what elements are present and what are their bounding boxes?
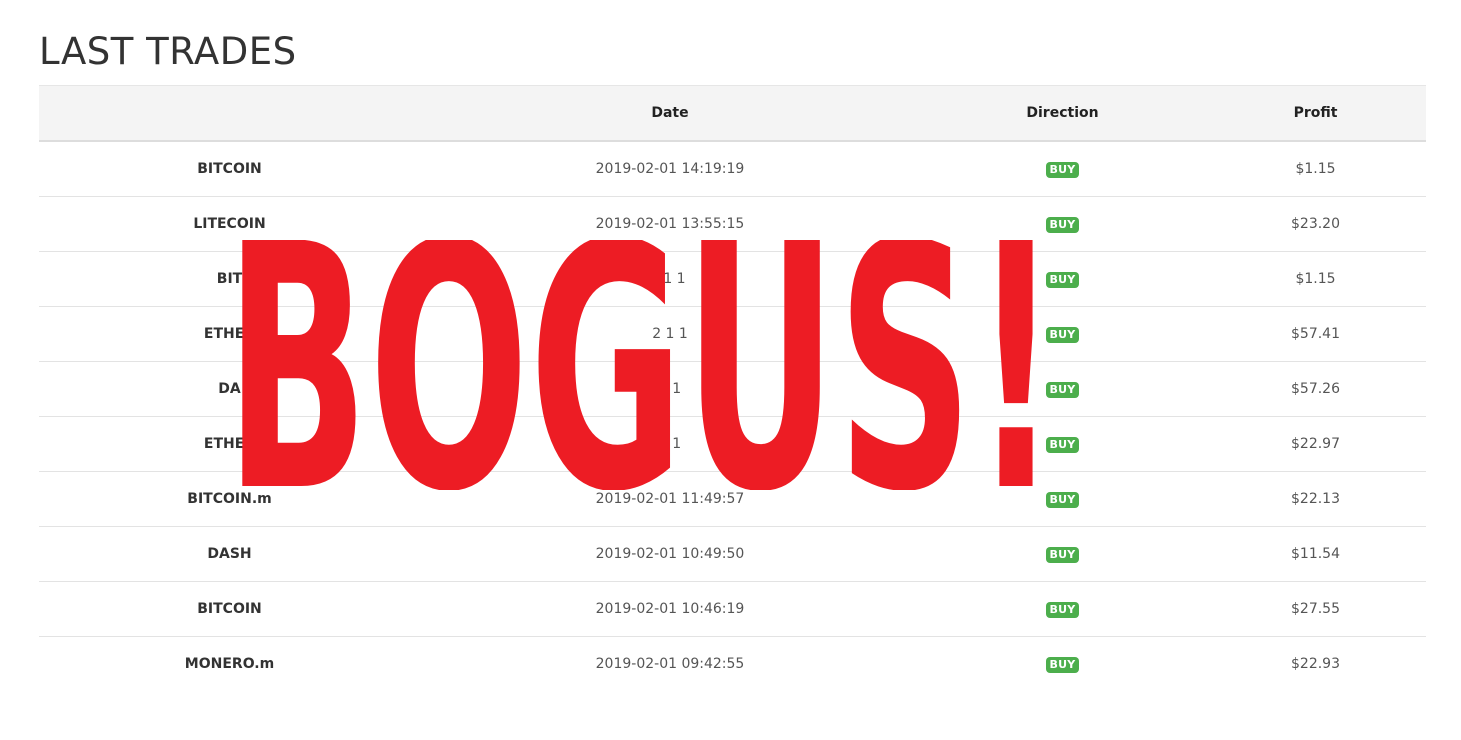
direction-cell: BUY — [920, 361, 1205, 417]
table-row: ETHER 1 1 BUY $22.97 — [39, 416, 1426, 472]
profit-cell: $22.13 — [1205, 471, 1426, 527]
profit-cell: $22.93 — [1291, 656, 1340, 672]
profit-cell: $57.41 — [1205, 306, 1426, 362]
direction-cell: BUY — [920, 637, 1205, 692]
table-row: MONERO.m 2019-02-01 09:42:55 BUY $22.93 — [39, 637, 1426, 692]
table-row: BITCOIN.m 2019-02-01 11:49:57 BUY $22.13 — [39, 471, 1426, 527]
buy-badge: BUY — [1045, 161, 1080, 178]
asset-cell: BITCOIN.m — [39, 471, 420, 527]
buy-badge: BUY — [1045, 381, 1080, 398]
direction-cell: BUY — [920, 306, 1205, 362]
direction-cell: BUY — [920, 141, 1205, 197]
buy-badge: BUY — [1045, 601, 1080, 618]
column-header-direction[interactable]: Direction — [920, 85, 1205, 142]
direction-cell: BUY — [920, 416, 1205, 472]
column-header-profit[interactable]: Profit — [1205, 85, 1426, 142]
asset-cell: BITCOIN — [39, 141, 420, 197]
table-row: DASH 2019-02-01 10:49:50 BUY $11.54 — [39, 526, 1426, 582]
table-row: BITCOIN 2019-02-01 14:19:19 BUY $1.15 — [39, 141, 1426, 197]
date-cell: 01 1 — [420, 251, 920, 307]
profit-cell: $1.15 — [1205, 141, 1426, 197]
table-header-row: Date Direction Profit — [39, 85, 1426, 142]
date-cell: 2019-02-01 14:19:19 — [420, 141, 920, 197]
date-cell: 2019-02-01 11:49:57 — [420, 471, 920, 527]
asset-cell: DASH — [39, 526, 420, 582]
page-title: LAST TRADES — [39, 30, 297, 73]
buy-badge: BUY — [1045, 546, 1080, 563]
table-row: DA 1 1 BUY $57.26 — [39, 361, 1426, 417]
table-row: ETHER 2 1 1 BUY $57.41 — [39, 306, 1426, 362]
asset-cell: LITECOIN — [39, 196, 420, 252]
table-row: BITCOIN 2019-02-01 10:46:19 BUY $27.55 — [39, 581, 1426, 637]
asset-cell: MONERO.m — [184, 656, 275, 672]
profit-cell: $1.15 — [1205, 251, 1426, 307]
buy-badge: BUY — [1045, 216, 1080, 233]
trades-table: Date Direction Profit BITCOIN 2019-02-01… — [39, 85, 1426, 691]
direction-cell: BUY — [920, 581, 1205, 637]
asset-cell: DA — [39, 361, 420, 417]
table-row: BIT 01 1 BUY $1.15 — [39, 251, 1426, 307]
buy-badge: BUY — [1045, 271, 1080, 288]
profit-cell: $23.20 — [1205, 196, 1426, 252]
buy-badge: BUY — [1045, 326, 1080, 343]
asset-cell: BITCOIN — [39, 581, 420, 637]
table-row: LITECOIN 2019-02-01 13:55:15 BUY $23.20 — [39, 196, 1426, 252]
profit-cell: $27.55 — [1205, 581, 1426, 637]
direction-cell: BUY — [920, 196, 1205, 252]
direction-cell: BUY — [920, 251, 1205, 307]
date-cell: 1 1 — [420, 361, 920, 417]
direction-cell: BUY — [920, 526, 1205, 582]
direction-cell: BUY — [920, 471, 1205, 527]
profit-cell: $57.26 — [1205, 361, 1426, 417]
buy-badge: BUY — [1045, 656, 1080, 673]
date-cell: 2019-02-01 10:46:19 — [420, 581, 920, 637]
asset-cell: ETHER — [39, 416, 420, 472]
buy-badge: BUY — [1045, 436, 1080, 453]
date-cell: 2019-02-01 09:42:55 — [595, 656, 745, 672]
profit-cell: $11.54 — [1205, 526, 1426, 582]
asset-cell: ETHER — [39, 306, 420, 362]
column-header-date[interactable]: Date — [420, 85, 920, 142]
date-cell: 2 1 1 — [420, 306, 920, 362]
buy-badge: BUY — [1045, 491, 1080, 508]
date-cell: 1 1 — [420, 416, 920, 472]
asset-cell: BIT — [39, 251, 420, 307]
profit-cell: $22.97 — [1205, 416, 1426, 472]
date-cell: 2019-02-01 10:49:50 — [420, 526, 920, 582]
column-header-asset[interactable] — [39, 85, 420, 142]
date-cell: 2019-02-01 13:55:15 — [420, 196, 920, 252]
